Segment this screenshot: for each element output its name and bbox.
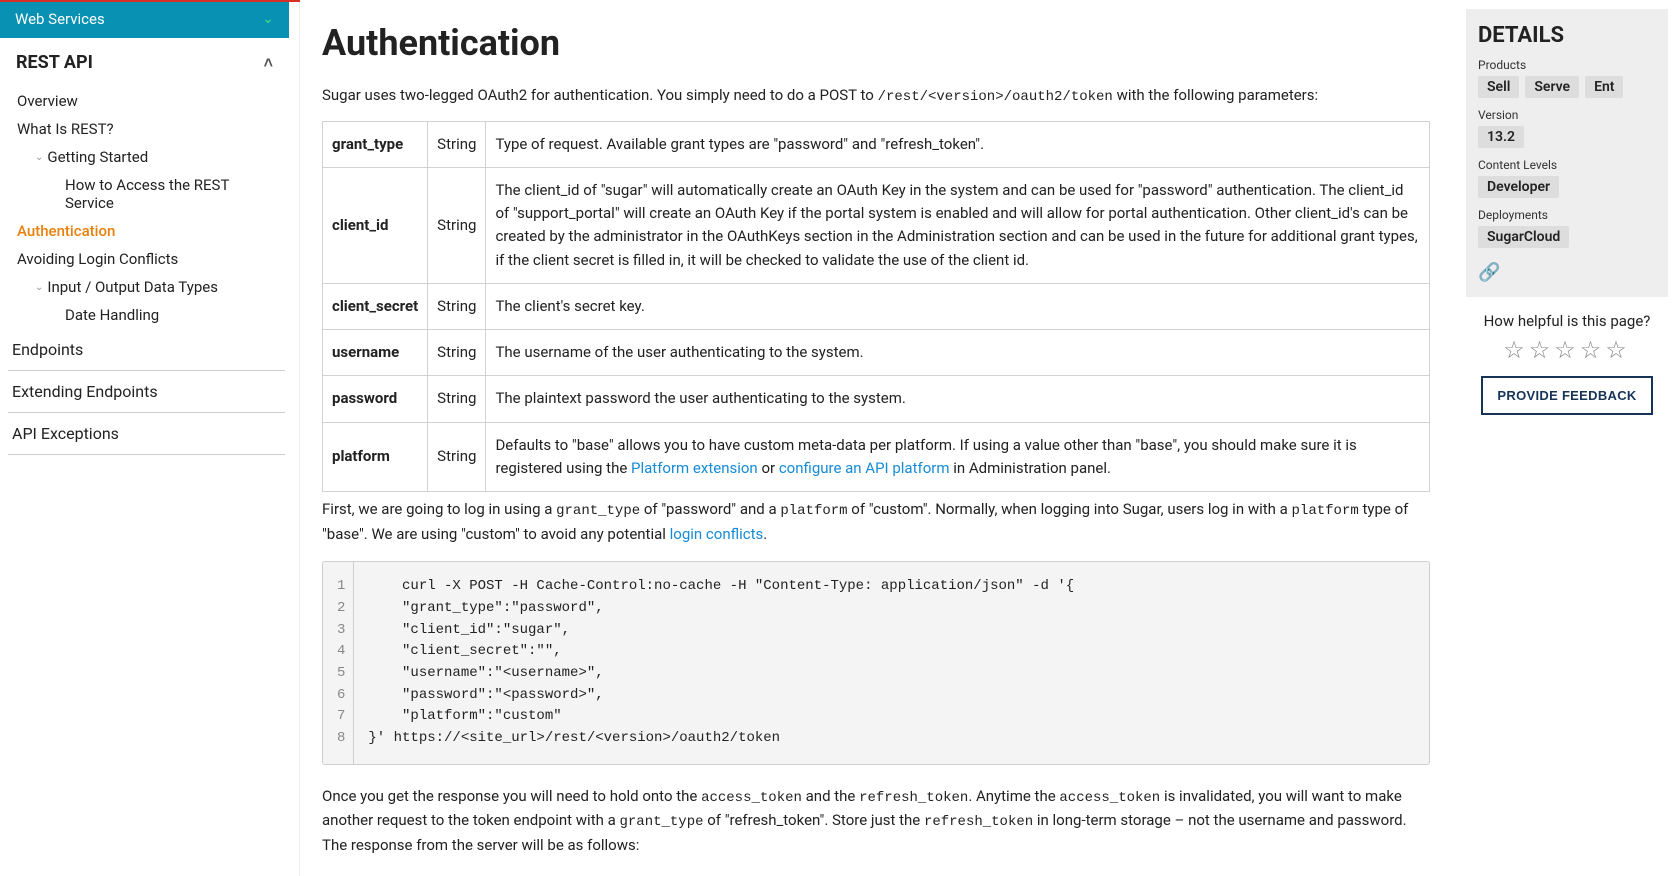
param-type: String [428,167,486,283]
sidebar-nav-list: Overview What Is REST? ⌄ Getting Started… [0,87,289,329]
param-name: client_secret [323,283,428,329]
top-accent-bar [0,0,300,2]
param-type: String [428,330,486,376]
chevron-down-icon: ⌄ [262,11,274,27]
deployments-label: Deployments [1478,208,1656,222]
sidebar-item-api-exceptions[interactable]: API Exceptions [8,413,285,455]
param-name: username [323,330,428,376]
badge-ent: Ent [1585,76,1623,98]
details-panel: DETAILS Products Sell Serve Ent Version … [1454,0,1680,876]
sidebar-item-endpoints[interactable]: Endpoints [8,329,285,371]
configure-api-platform-link[interactable]: configure an API platform [779,459,950,477]
table-row: passwordStringThe plaintext password the… [323,376,1430,422]
badge-sugarcloud: SugarCloud [1478,226,1569,248]
param-desc: The client's secret key. [486,283,1430,329]
sidebar-item-what-is-rest[interactable]: What Is REST? [17,115,279,143]
sidebar: Web Services ⌄ REST API ˄ Overview What … [0,0,300,876]
badge-serve: Serve [1525,76,1579,98]
rating-stars[interactable]: ☆☆☆☆☆ [1466,336,1668,364]
param-name: platform [323,422,428,492]
param-type: String [428,376,486,422]
sidebar-item-io-data-types[interactable]: ⌄ Input / Output Data Types [17,273,279,301]
helpful-label: How helpful is this page? [1466,312,1668,330]
sidebar-item-date-handling[interactable]: Date Handling [17,301,279,329]
endpoint-code: /rest/<version>/oauth2/token [878,89,1113,105]
param-desc: The client_id of "sugar" will automatica… [486,167,1430,283]
badge-developer: Developer [1478,176,1559,198]
code-lines: curl -X POST -H Cache-Control:no-cache -… [354,562,1088,764]
intro-paragraph: Sugar uses two-legged OAuth2 for authent… [322,84,1430,109]
table-row: grant_typeStringType of request. Availab… [323,121,1430,167]
param-name: client_id [323,167,428,283]
sidebar-section-title: REST API [16,52,93,73]
code-block: 12345678 curl -X POST -H Cache-Control:n… [322,561,1430,765]
provide-feedback-button[interactable]: PROVIDE FEEDBACK [1481,376,1652,415]
param-desc: Defaults to "base" allows you to have cu… [486,422,1430,492]
login-conflicts-link[interactable]: login conflicts [670,525,764,543]
param-type: String [428,422,486,492]
table-row: client_idStringThe client_id of "sugar" … [323,167,1430,283]
param-desc: The plaintext password the user authenti… [486,376,1430,422]
sidebar-item-authentication[interactable]: Authentication [17,217,279,245]
sidebar-header-label: Web Services [15,10,105,28]
page-title: Authentication [322,22,1430,64]
sidebar-section-toggle[interactable]: REST API ˄ [0,38,289,87]
param-desc: The username of the user authenticating … [486,330,1430,376]
sidebar-item-extending-endpoints[interactable]: Extending Endpoints [8,371,285,413]
table-row: client_secretStringThe client's secret k… [323,283,1430,329]
version-label: Version [1478,108,1656,122]
details-box: DETAILS Products Sell Serve Ent Version … [1466,9,1668,297]
badge-version: 13.2 [1478,126,1524,148]
after-code-paragraph: Once you get the response you will need … [322,785,1430,858]
sidebar-header[interactable]: Web Services ⌄ [0,0,289,38]
param-type: String [428,283,486,329]
main-content: Authentication Sugar uses two-legged OAu… [300,0,1454,876]
sidebar-item-label: Input / Output Data Types [47,278,218,296]
param-type: String [428,121,486,167]
badge-sell: Sell [1478,76,1519,98]
chevron-down-icon: ⌄ [35,152,43,163]
sidebar-item-getting-started[interactable]: ⌄ Getting Started [17,143,279,171]
chevron-up-icon: ˄ [264,53,273,73]
table-row: usernameStringThe username of the user a… [323,330,1430,376]
table-row: platformStringDefaults to "base" allows … [323,422,1430,492]
permalink-icon[interactable]: 🔗 [1478,262,1500,283]
chevron-down-icon: ⌄ [35,282,43,293]
sidebar-item-label: Getting Started [47,148,148,166]
content-levels-label: Content Levels [1478,158,1656,172]
sidebar-item-avoiding-login-conflicts[interactable]: Avoiding Login Conflicts [17,245,279,273]
sidebar-item-how-to-access[interactable]: How to Access the REST Service [17,171,279,217]
code-line-numbers: 12345678 [323,562,354,764]
param-name: password [323,376,428,422]
products-label: Products [1478,58,1656,72]
sidebar-item-overview[interactable]: Overview [17,87,279,115]
param-name: grant_type [323,121,428,167]
grant-type-paragraph: First, we are going to log in using a gr… [322,498,1430,546]
parameters-table: grant_typeStringType of request. Availab… [322,121,1430,493]
platform-extension-link[interactable]: Platform extension [631,459,758,477]
details-title: DETAILS [1478,23,1656,48]
param-desc: Type of request. Available grant types a… [486,121,1430,167]
